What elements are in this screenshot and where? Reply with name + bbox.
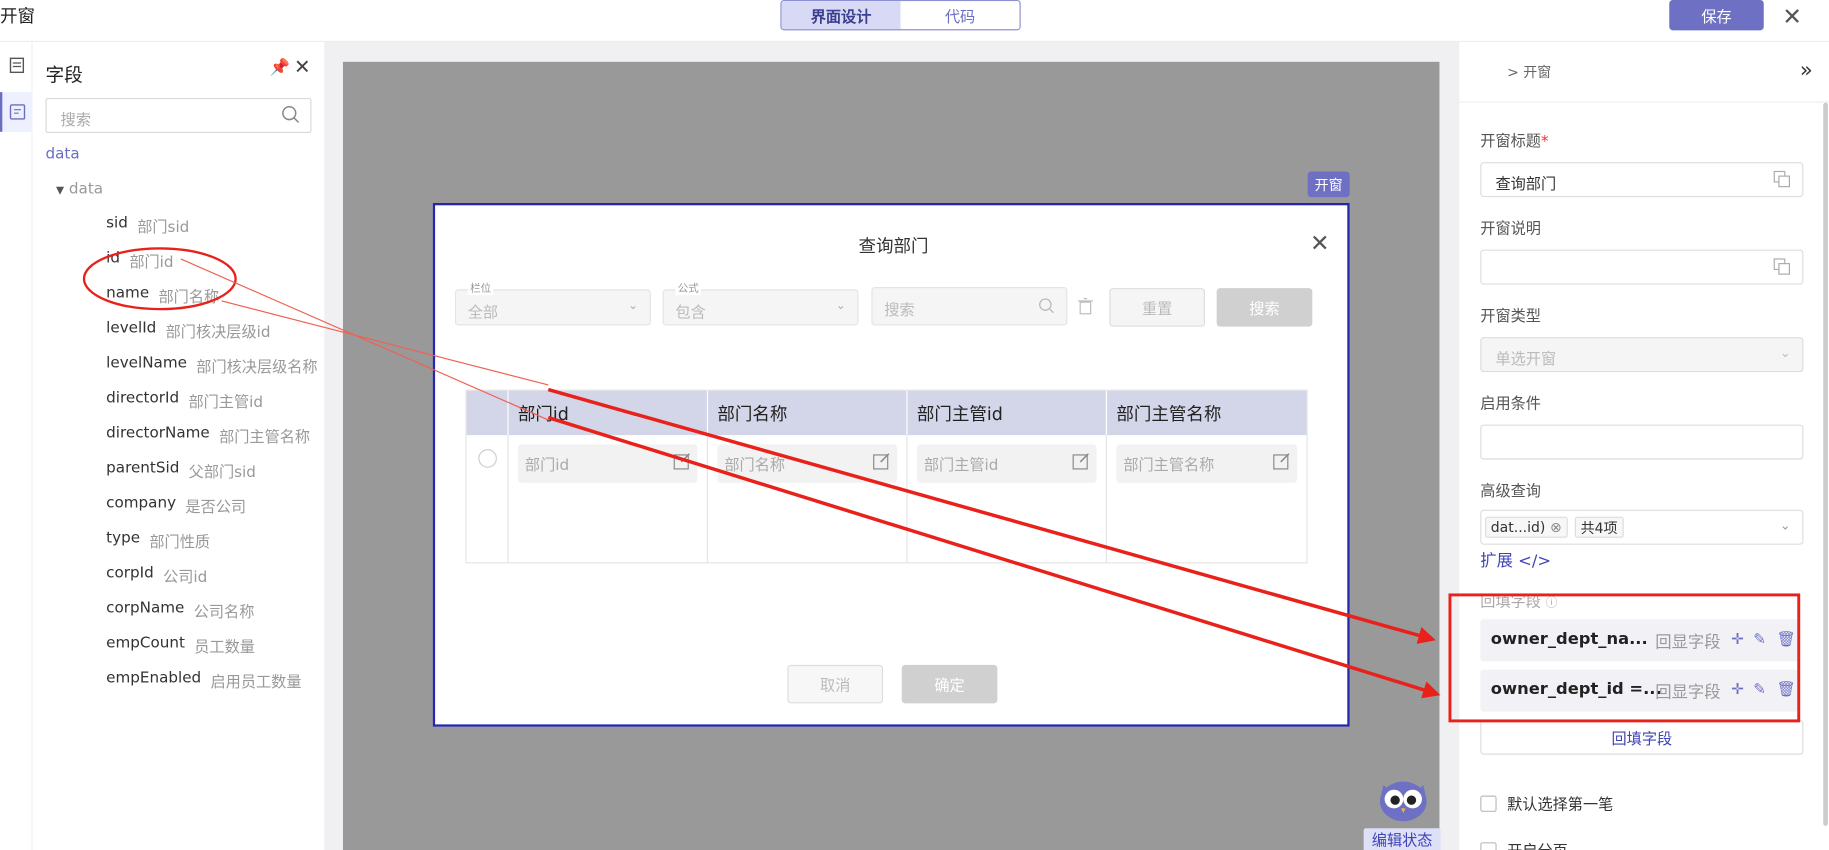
highlight-box (1448, 593, 1801, 723)
thin-connector-line (180, 258, 549, 421)
arrow-to-name-row (547, 387, 1436, 644)
thin-connector-line (221, 300, 549, 386)
highlight-ellipse (82, 247, 237, 311)
arrow-to-id-row (547, 415, 1441, 699)
annotation-overlay (82, 247, 1801, 723)
